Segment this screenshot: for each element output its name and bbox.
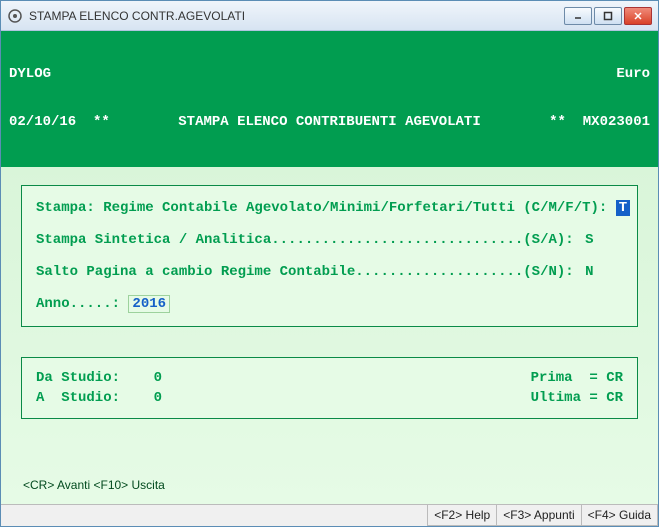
statusbar: <F2> Help <F3> Appunti <F4> Guida [1, 504, 658, 526]
close-button[interactable] [624, 7, 652, 25]
a-studio-label: A Studio: [36, 390, 128, 406]
header-title: STAMPA ELENCO CONTRIBUENTI AGEVOLATI [110, 114, 549, 130]
regime-label: Stampa: Regime Contabile Agevolato/Minim… [36, 200, 616, 216]
studio-box: Da Studio: 0 A Studio: 0 Prima = CR Ulti… [21, 357, 638, 419]
prima-label: Prima = CR [531, 368, 623, 388]
app-header: DYLOG Euro 02/10/16 ** STAMPA ELENCO CON… [1, 31, 658, 167]
window-title: STAMPA ELENCO CONTR.AGEVOLATI [29, 9, 564, 23]
sintetica-label: Stampa Sintetica / Analitica............… [36, 232, 582, 248]
header-currency: Euro [616, 66, 650, 82]
form-box: Stampa: Regime Contabile Agevolato/Minim… [21, 185, 638, 327]
ultima-label: Ultima = CR [531, 388, 623, 408]
header-company: DYLOG [9, 66, 51, 82]
workarea: Stampa: Regime Contabile Agevolato/Minim… [1, 167, 658, 504]
salto-label: Salto Pagina a cambio Regime Contabile..… [36, 264, 582, 280]
salto-input[interactable]: N [582, 264, 596, 280]
header-code: MX023001 [583, 114, 650, 130]
status-f2[interactable]: <F2> Help [428, 505, 497, 526]
app-window: STAMPA ELENCO CONTR.AGEVOLATI DYLOG Euro [0, 0, 659, 527]
da-studio-label: Da Studio: [36, 370, 128, 386]
status-f3[interactable]: <F3> Appunti [497, 505, 581, 526]
da-studio-value[interactable]: 0 [128, 370, 162, 386]
anno-label: Anno.....: [36, 296, 128, 312]
regime-input[interactable]: T [616, 200, 630, 216]
header-stars-right: ** [549, 114, 566, 130]
sintetica-input[interactable]: S [582, 232, 596, 248]
status-spacer [1, 505, 428, 526]
header-date: 02/10/16 [9, 114, 76, 130]
key-hints: <CR> Avanti <F10> Uscita [21, 474, 638, 494]
anno-input[interactable]: 2016 [128, 295, 170, 313]
maximize-button[interactable] [594, 7, 622, 25]
app-icon [7, 8, 23, 24]
a-studio-value[interactable]: 0 [128, 390, 162, 406]
titlebar: STAMPA ELENCO CONTR.AGEVOLATI [1, 1, 658, 31]
status-f4[interactable]: <F4> Guida [582, 505, 658, 526]
header-stars-left: ** [93, 114, 110, 130]
minimize-button[interactable] [564, 7, 592, 25]
content: DYLOG Euro 02/10/16 ** STAMPA ELENCO CON… [1, 31, 658, 526]
